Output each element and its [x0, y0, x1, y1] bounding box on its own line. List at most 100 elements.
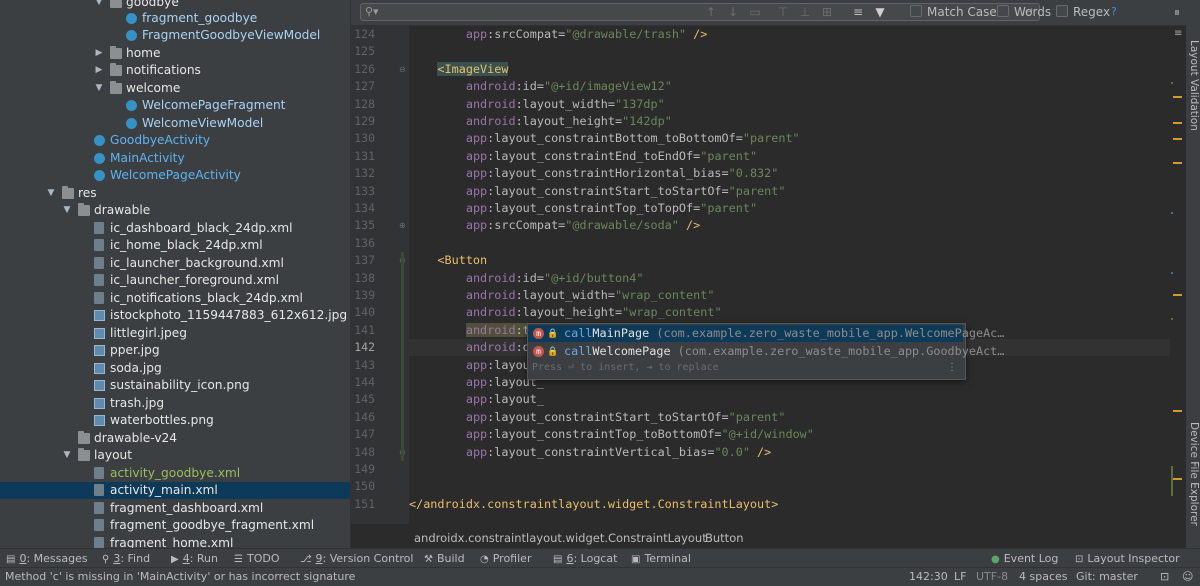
code-line[interactable]: app:layout_constraintStart_toStartOf="pa… [409, 409, 786, 426]
code-line[interactable] [409, 43, 437, 60]
code-line[interactable]: android:id="@+id/imageView12" [409, 78, 672, 95]
project-tree[interactable]: ▼ goodbye fragment_goodbye FragmentGoodbyeV… [0, 0, 350, 548]
select-all-icon[interactable]: ⊞ [819, 4, 835, 20]
line-number[interactable]: 143 [351, 357, 375, 374]
vcs-change-marker[interactable] [401, 252, 404, 461]
line-number[interactable]: 151 [351, 496, 375, 513]
tree-item[interactable]: trash.jpg [0, 395, 350, 412]
code-line[interactable]: </androidx.constraintlayout.widget.Const… [409, 496, 778, 513]
line-number[interactable]: 139 [351, 287, 375, 304]
tool-window-button[interactable]: ☰ TODO [234, 551, 279, 567]
line-number[interactable]: 150 [351, 478, 375, 495]
more-options-icon[interactable]: ⋮ [947, 362, 957, 373]
previous-occurrence-icon[interactable]: ↑ [703, 4, 719, 20]
fold-marker-icon[interactable]: ⊖ [399, 65, 406, 74]
line-separator[interactable]: LF [954, 568, 966, 586]
layout-inspector-button[interactable]: ⊡ Layout Inspector [1075, 551, 1180, 567]
tree-item[interactable]: drawable-v24 [0, 430, 350, 447]
event-log-button[interactable]: ● Event Log [991, 551, 1058, 567]
line-number[interactable]: 136 [351, 235, 375, 252]
device-file-explorer-tab[interactable]: Device File Explorer [1186, 422, 1200, 526]
editor-gutter[interactable]: 124 125 126 127 128 129 130 131 132 133 134 135 136 1… [351, 26, 409, 524]
code-line[interactable]: android:layout_width="wrap_content" [409, 287, 715, 304]
indent-setting[interactable]: 4 spaces [1019, 568, 1068, 586]
line-number[interactable]: 125 [351, 43, 375, 60]
line-number[interactable]: 124 [351, 26, 375, 43]
code-line[interactable] [409, 461, 437, 478]
line-number[interactable]: 142 [351, 339, 375, 356]
code-line[interactable]: app:layout_constraintVertical_bias="0.0"… [409, 444, 771, 461]
layout-validation-tab[interactable]: Layout Validation [1186, 40, 1200, 131]
tree-item[interactable]: ▼ res [0, 185, 350, 202]
code-line[interactable]: android:layout_height="142dp" [409, 113, 672, 130]
tree-item[interactable]: activity_main.xml [0, 482, 350, 499]
tree-item[interactable]: istockphoto_1159447883_612x612.jpg [0, 307, 350, 324]
code-line[interactable]: android:layout_width="137dp" [409, 96, 665, 113]
completion-popup[interactable]: m 🔒 callMainPage (com.example.zero_waste_m… [527, 323, 1004, 380]
expanded-arrow-icon[interactable]: ▼ [94, 80, 104, 97]
line-number[interactable]: 129 [351, 113, 375, 130]
code-line[interactable]: app:layout_constraintHorizontal_bias="0.… [409, 165, 779, 182]
code-line[interactable]: <ImageView [409, 61, 509, 78]
code-line[interactable]: app:srcCompat="@drawable/trash" /> [409, 26, 708, 43]
line-number[interactable]: 141 [351, 322, 375, 339]
tree-item[interactable]: fragment_goodbye [0, 10, 350, 27]
tree-item[interactable]: littlegirl.jpeg [0, 325, 350, 342]
tree-item[interactable]: ic_home_black_24dp.xml [0, 237, 350, 254]
tree-item[interactable]: ic_notifications_black_24dp.xml [0, 290, 350, 307]
next-occurrence-icon[interactable]: ↓ [725, 4, 741, 20]
tree-item[interactable]: ▼ layout [0, 447, 350, 464]
tree-item[interactable]: activity_goodbye.xml [0, 465, 350, 482]
code-line[interactable]: <Button [409, 252, 487, 269]
line-number[interactable]: 140 [351, 304, 375, 321]
completion-item[interactable]: m 🔒 callMainPage (com.example.zero_waste_m… [528, 325, 1004, 342]
match-case-checkbox[interactable] [910, 5, 922, 17]
tree-item[interactable]: ▼ welcome [0, 80, 350, 97]
tree-item[interactable]: WelcomeViewModel [0, 115, 350, 132]
tool-window-button[interactable]: ◔ Profiler [480, 551, 531, 567]
line-number[interactable]: 148 [351, 444, 375, 461]
filter-icon[interactable]: ▼ [872, 4, 888, 20]
tree-item[interactable]: fragment_dashboard.xml [0, 500, 350, 517]
code-line[interactable] [409, 478, 437, 495]
tree-item[interactable]: fragment_goodbye_fragment.xml [0, 517, 350, 534]
tree-item[interactable]: sustainability_icon.png [0, 377, 350, 394]
tree-item[interactable]: ▼ drawable [0, 202, 350, 219]
line-number[interactable]: 149 [351, 461, 375, 478]
code-line[interactable]: app:layout_ [409, 391, 544, 408]
tree-item[interactable]: ic_launcher_background.xml [0, 255, 350, 272]
tool-window-button[interactable]: ▣ Terminal [631, 551, 691, 567]
status-message[interactable]: Method 'c' is missing in 'MainActivity' … [5, 568, 355, 586]
completion-item[interactable]: m 🔒 callWelcomePage (com.example.zero_wast… [528, 343, 1004, 360]
sort-icon[interactable]: ≡ [850, 4, 866, 20]
tree-item[interactable]: FragmentGoodbyeViewModel [0, 27, 350, 44]
fold-marker-icon[interactable]: ⊕ [399, 221, 406, 230]
code-line[interactable]: app:layout_constraintTop_toBottomOf="@+i… [409, 426, 814, 443]
file-encoding[interactable]: UTF-8 [976, 568, 1008, 586]
add-selection-icon[interactable]: ⊤ [775, 4, 791, 20]
vcs-branch[interactable]: Git: master [1076, 568, 1138, 586]
tool-window-button[interactable]: ▤ 0: Messages [6, 551, 88, 567]
code-line[interactable]: app:layout_constraintEnd_toEndOf="parent… [409, 148, 757, 165]
words-checkbox[interactable] [997, 5, 1009, 17]
tree-item[interactable]: pper.jpg [0, 342, 350, 359]
expanded-arrow-icon[interactable]: ▼ [46, 185, 56, 202]
line-number[interactable]: 127 [351, 78, 375, 95]
error-stripe[interactable]: ≡ [1170, 26, 1186, 524]
tool-window-button[interactable]: ⚒ Build [424, 551, 465, 567]
line-number[interactable]: 130 [351, 130, 375, 147]
expanded-arrow-icon[interactable]: ▼ [62, 447, 72, 464]
tree-item[interactable]: ic_launcher_foreground.xml [0, 272, 350, 289]
code-line[interactable]: app:layout_constraintTop_toTopOf="parent… [409, 200, 757, 217]
tree-item[interactable]: ▶ notifications [0, 62, 350, 79]
code-line[interactable]: app:layout_ [409, 374, 544, 391]
line-number[interactable]: 144 [351, 374, 375, 391]
tree-item[interactable]: soda.jpg [0, 360, 350, 377]
regex-checkbox[interactable] [1056, 5, 1068, 17]
tool-window-button[interactable]: ⚲ 3: Find [102, 551, 150, 567]
code-line[interactable]: app:layout_constraintStart_toStartOf="pa… [409, 183, 786, 200]
line-number[interactable]: 134 [351, 200, 375, 217]
regex-help-link[interactable]: ? [1111, 4, 1117, 20]
line-number[interactable]: 146 [351, 409, 375, 426]
line-number[interactable]: 128 [351, 96, 375, 113]
